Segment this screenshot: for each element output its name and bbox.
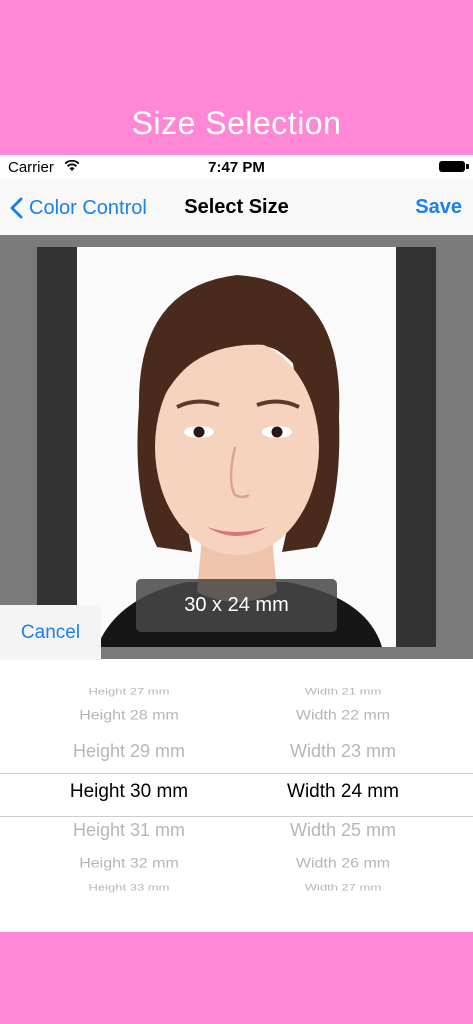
battery-icon [439, 161, 465, 172]
height-picker-column[interactable]: Height 27 mm Height 28 mm Height 29 mm H… [11, 660, 247, 932]
picker-row[interactable]: Height 27 mm [11, 686, 247, 697]
picker-row[interactable]: Width 23 mm [225, 741, 461, 762]
picker-row[interactable]: Height 29 mm [11, 741, 247, 762]
picker-row[interactable]: Width 22 mm [225, 708, 461, 724]
status-bar: Carrier 7:47 PM [0, 155, 473, 179]
size-label: 30 x 24 mm [136, 579, 337, 632]
width-picker-column[interactable]: Width 21 mm Width 22 mm Width 23 mm Widt… [225, 660, 461, 932]
size-picker[interactable]: Height 27 mm Height 28 mm Height 29 mm H… [0, 660, 473, 932]
picker-row[interactable]: Height 28 mm [11, 708, 247, 724]
status-time: 7:47 PM [208, 159, 265, 176]
banner-title: Size Selection [131, 105, 342, 141]
save-button[interactable]: Save [415, 196, 462, 219]
picker-row[interactable]: Width 25 mm [225, 820, 461, 841]
bottom-banner [0, 932, 473, 1024]
picker-row[interactable]: Height 33 mm [11, 882, 247, 893]
page-title: Select Size [184, 196, 289, 218]
navigation-bar: Color Control Select Size Save [0, 179, 473, 236]
picker-row-selected[interactable]: Height 30 mm [11, 781, 247, 803]
picker-row[interactable]: Width 21 mm [225, 686, 461, 697]
phone-screen: Carrier 7:47 PM Color Control Select Siz… [0, 155, 473, 932]
picker-row[interactable]: Height 31 mm [11, 820, 247, 841]
picker-row-selected[interactable]: Width 24 mm [225, 781, 461, 803]
picker-row[interactable]: Width 27 mm [225, 882, 461, 893]
top-banner: Size Selection [0, 0, 473, 155]
battery-tip [466, 164, 469, 169]
picker-row[interactable]: Width 26 mm [225, 856, 461, 872]
cancel-button[interactable]: Cancel [0, 605, 101, 660]
picker-row[interactable]: Height 32 mm [11, 856, 247, 872]
